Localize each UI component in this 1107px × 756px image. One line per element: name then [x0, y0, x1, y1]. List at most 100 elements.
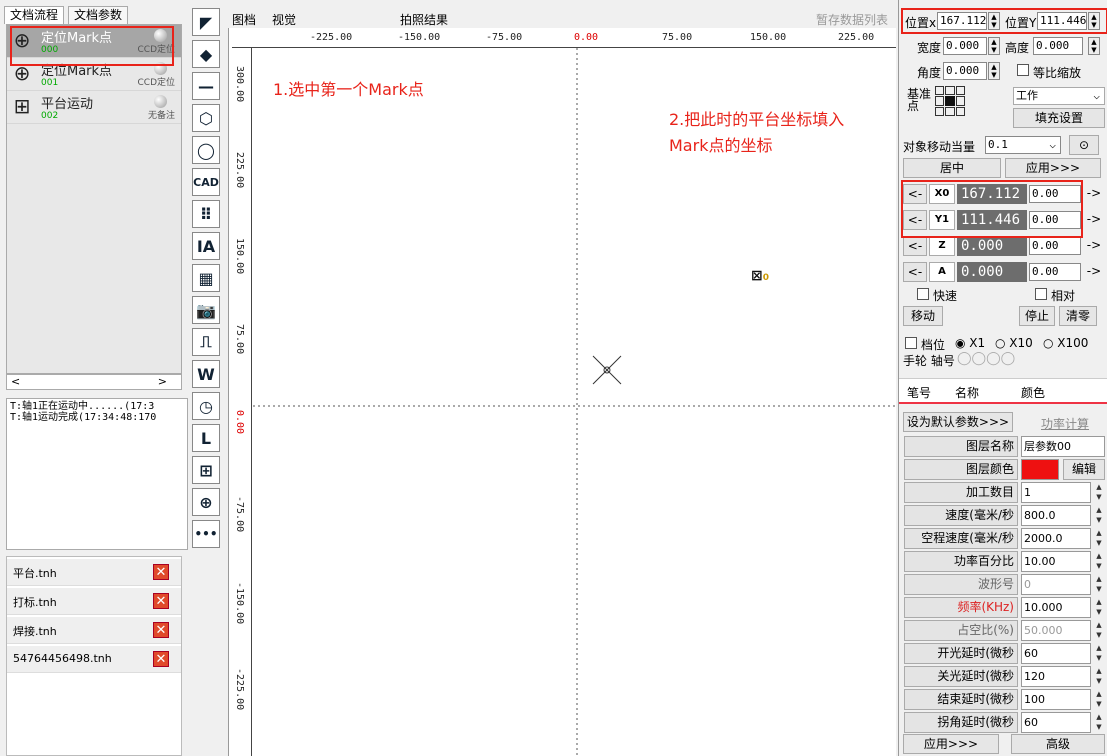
axis-radio-group[interactable]: ◯◯◯◯ [957, 351, 1015, 366]
clear-button[interactable]: 清零 [1059, 306, 1097, 326]
fill-settings-button[interactable]: 填充设置 [1013, 108, 1105, 128]
param-spinner[interactable]: ▲ ▼ [1093, 482, 1105, 503]
waveform-icon[interactable]: W [192, 360, 220, 388]
drawing-canvas[interactable]: ⊠0 1.选中第一个Mark点 2.把此时的平台坐标填入 Mark点的坐标 [228, 28, 897, 756]
param-spinner[interactable]: ▲ ▼ [1093, 505, 1105, 526]
move-step-select[interactable]: 0.1 ⌵ [985, 136, 1061, 154]
width-spinner[interactable]: ▲ ▼ [988, 37, 1000, 55]
param-label: 速度(毫米/秒 [904, 505, 1018, 526]
angle-spinner[interactable]: ▲ ▼ [988, 62, 1000, 80]
param-spinner[interactable]: ▲ ▼ [1093, 620, 1105, 641]
gear-x100-radio[interactable]: ○ X100 [1043, 336, 1088, 350]
work-select[interactable]: 工作 ⌵ [1013, 87, 1105, 105]
text-icon[interactable]: IA [192, 232, 220, 260]
param-value-input[interactable]: 10.00 [1021, 551, 1091, 572]
gear-checkbox[interactable] [905, 337, 917, 349]
circle-icon[interactable]: ◯ [192, 136, 220, 164]
point-icon[interactable]: ◆ [192, 40, 220, 68]
axis-plus-button[interactable]: -> [1083, 236, 1105, 256]
qr-icon[interactable]: ▦ [192, 264, 220, 292]
close-icon[interactable]: ✕ [153, 651, 169, 667]
grid-icon[interactable]: ⊞ [192, 456, 220, 484]
file-item[interactable]: 54764456498.tnh ✕ [7, 646, 181, 673]
clock-icon[interactable]: ◷ [192, 392, 220, 420]
param-spinner[interactable]: ▲ ▼ [1093, 712, 1105, 733]
file-item[interactable]: 焊接.tnh ✕ [7, 617, 181, 644]
hexagon-icon[interactable]: ⬡ [192, 104, 220, 132]
scroll-left-arrow[interactable]: < [11, 375, 20, 389]
cad-icon[interactable]: CAD [192, 168, 220, 196]
param-value-input[interactable]: 2000.0 [1021, 528, 1091, 549]
param-spinner[interactable]: ▲ ▼ [1093, 551, 1105, 572]
center-button[interactable]: 居中 [903, 158, 1001, 178]
more-icon[interactable]: ••• [192, 520, 220, 548]
param-spinner[interactable]: ▲ ▼ [1093, 574, 1105, 595]
axis-minus-button[interactable]: <- [903, 262, 927, 282]
apply-bottom-button[interactable]: 应用>>> [903, 734, 999, 754]
ruler-left-tick: -75.00 [234, 496, 245, 533]
apply-button[interactable]: 应用>>> [1005, 158, 1101, 178]
param-spinner[interactable]: ▲ ▼ [1093, 643, 1105, 664]
proportional-checkbox[interactable] [1017, 64, 1029, 76]
axis-plus-button[interactable]: -> [1083, 262, 1105, 282]
fast-checkbox[interactable] [917, 288, 929, 300]
scroll-right-arrow[interactable]: > [158, 375, 167, 389]
file-item[interactable]: 平台.tnh ✕ [7, 559, 181, 586]
tab-doc-params[interactable]: 文档参数 [68, 6, 129, 24]
camera-icon[interactable]: 📷 [192, 296, 220, 324]
close-icon[interactable]: ✕ [153, 593, 169, 609]
param-value-input[interactable]: 120 [1021, 666, 1091, 687]
tab-temp-data[interactable]: 暂存数据列表 [816, 11, 888, 28]
target-icon[interactable]: ⊙ [1069, 135, 1099, 155]
close-icon[interactable]: ✕ [153, 622, 169, 638]
axis-plus-button[interactable]: -> [1083, 184, 1105, 204]
horizontal-scrollbar[interactable]: < > [6, 374, 182, 390]
param-value-input[interactable]: 10.000 [1021, 597, 1091, 618]
param-spinner[interactable]: ▲ ▼ [1093, 689, 1105, 710]
dot-grid-icon[interactable]: ⠿ [192, 200, 220, 228]
param-spinner[interactable]: ▲ ▼ [1093, 528, 1105, 549]
base-point-grid[interactable] [935, 86, 965, 116]
pulse-icon[interactable]: ⎍ [192, 328, 220, 356]
line-icon[interactable]: — [192, 72, 220, 100]
param-value-input[interactable]: 100 [1021, 689, 1091, 710]
param-value-input[interactable]: 1 [1021, 482, 1091, 503]
param-spinner[interactable]: ▲ ▼ [1093, 597, 1105, 618]
height-spinner[interactable]: ▲ ▼ [1088, 37, 1100, 55]
axis-minus-button[interactable]: <- [903, 236, 927, 256]
file-item[interactable]: 打标.tnh ✕ [7, 588, 181, 615]
gear-x1-radio[interactable]: ◉ X1 [955, 336, 985, 350]
param-value-input[interactable]: 层参数00 [1021, 436, 1105, 457]
angle-input[interactable]: 0.000 [943, 62, 987, 80]
mark-icon[interactable]: ⊕ [192, 488, 220, 516]
axis-plus-button[interactable]: -> [1083, 210, 1105, 230]
relative-checkbox[interactable] [1035, 288, 1047, 300]
arrow-icon[interactable]: ◤ [192, 8, 220, 36]
axis-move-input[interactable]: 0.00 [1029, 237, 1081, 255]
mark-point-icon[interactable]: ⊠0 [751, 268, 771, 292]
tab-photo-result[interactable]: 拍照结果 [400, 11, 448, 28]
tab-doc-flow[interactable]: 文档流程 [4, 6, 65, 24]
layer-color-swatch[interactable] [1021, 459, 1059, 480]
close-icon[interactable]: ✕ [153, 564, 169, 580]
height-input[interactable]: 0.000 [1033, 37, 1083, 55]
param-value-input[interactable]: 50.000 [1021, 620, 1091, 641]
axis-move-input[interactable]: 0.00 [1029, 263, 1081, 281]
advanced-button[interactable]: 高级 [1011, 734, 1105, 754]
tab-drawing[interactable]: 图档 [232, 11, 256, 28]
param-spinner[interactable]: ▲ ▼ [1093, 666, 1105, 687]
edit-color-button[interactable]: 编辑 [1063, 459, 1105, 480]
width-input[interactable]: 0.000 [943, 37, 987, 55]
stop-button[interactable]: 停止 [1019, 306, 1055, 326]
param-value-input[interactable]: 60 [1021, 712, 1091, 733]
move-button[interactable]: 移动 [903, 306, 943, 326]
param-value-input[interactable]: 800.0 [1021, 505, 1091, 526]
param-value-input[interactable]: 60 [1021, 643, 1091, 664]
gear-x10-radio[interactable]: ○ X10 [995, 336, 1033, 350]
tab-vision[interactable]: 视觉 [272, 11, 296, 28]
corner-icon[interactable]: L [192, 424, 220, 452]
power-calc-link[interactable]: 功率计算 [1041, 415, 1089, 432]
set-default-button[interactable]: 设为默认参数>>> [903, 412, 1013, 432]
flow-item-platform[interactable]: ⊞ 平台运动 002 无备注 [7, 91, 181, 124]
param-value-input[interactable]: 0 [1021, 574, 1091, 595]
